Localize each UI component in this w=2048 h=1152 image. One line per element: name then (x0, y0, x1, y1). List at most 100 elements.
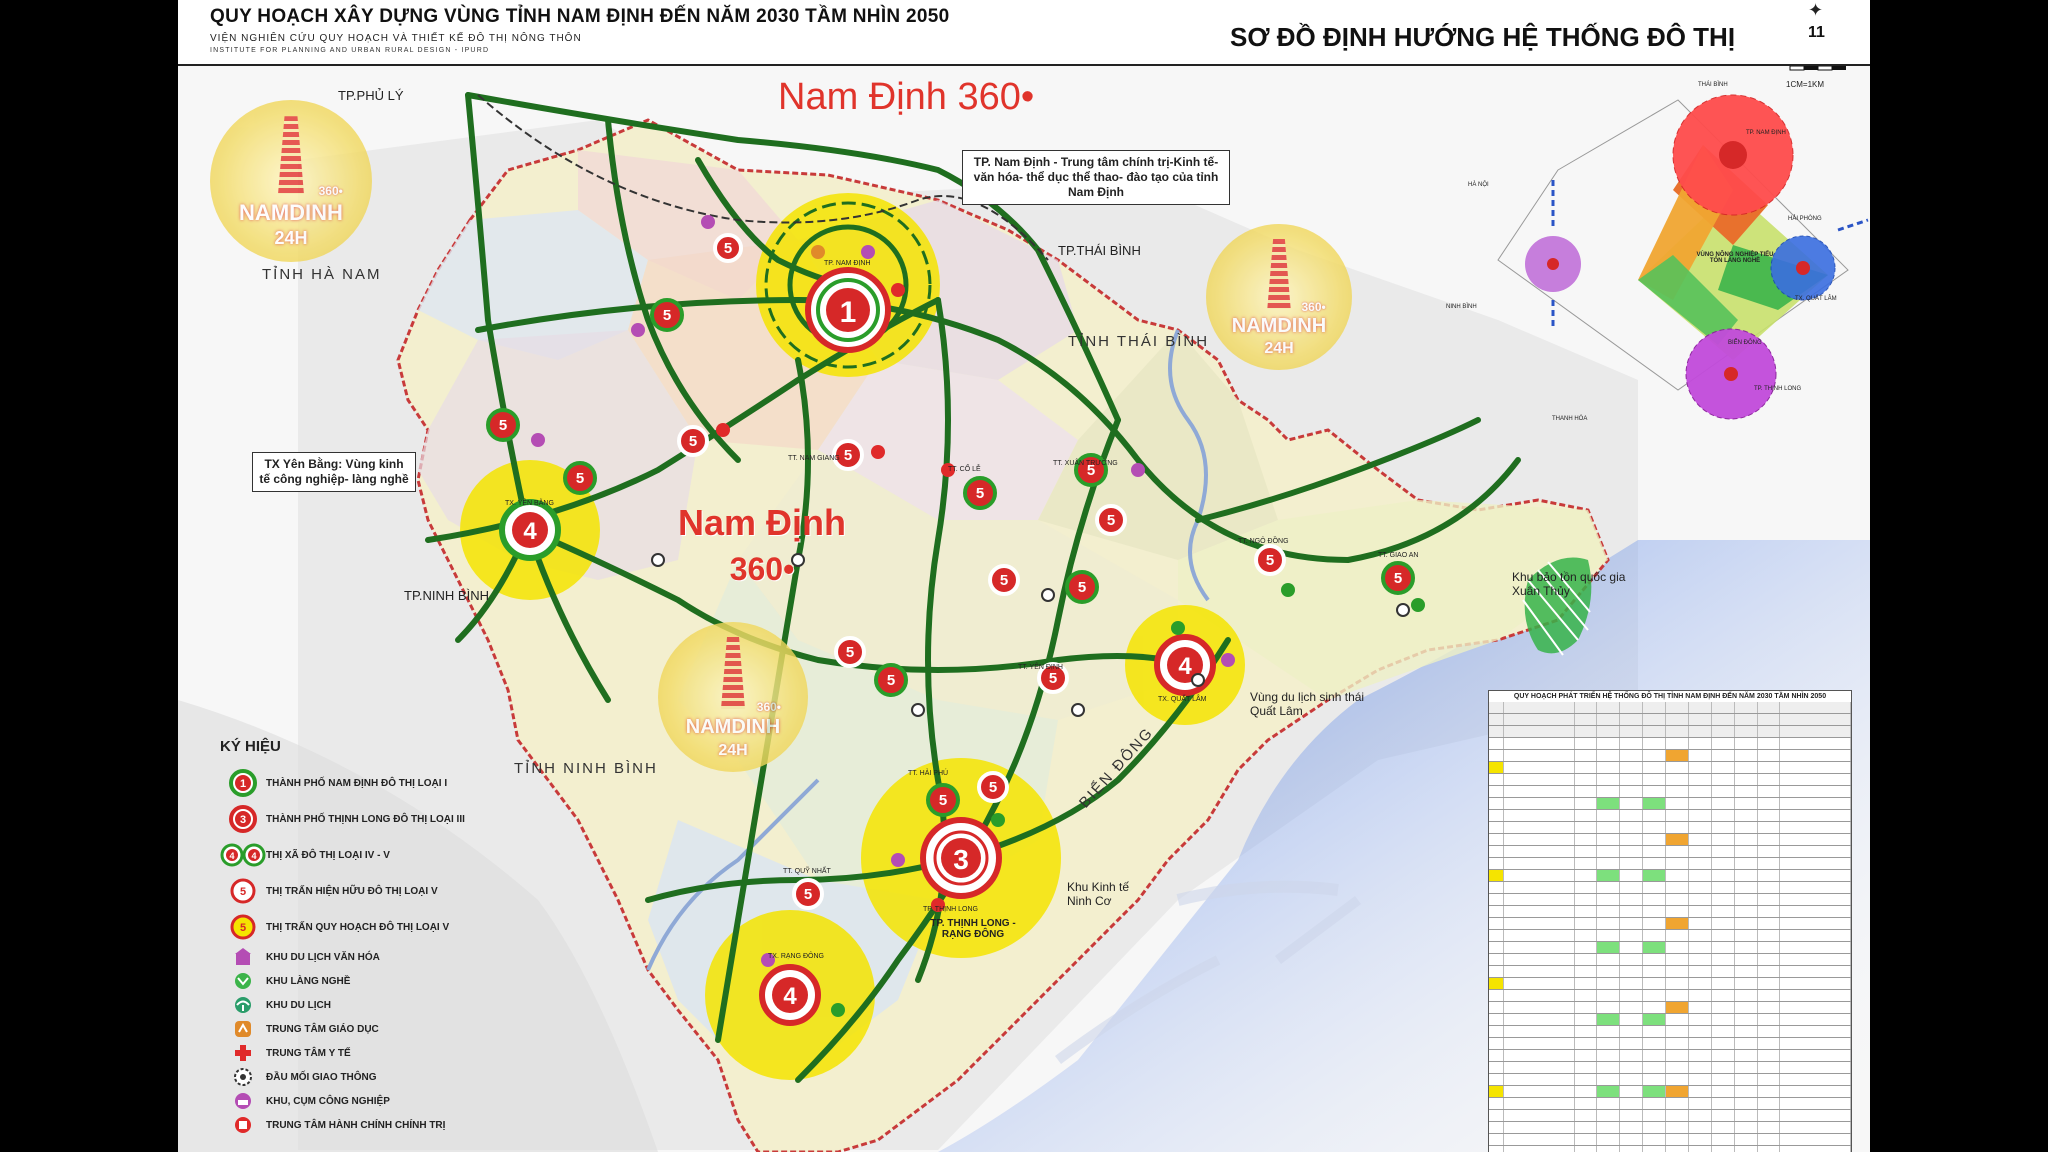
table-row (1489, 1146, 1852, 1152)
svg-text:5: 5 (939, 792, 947, 809)
table-row (1489, 858, 1852, 870)
logo-badge: 360• (756, 700, 781, 714)
table-row (1489, 1026, 1852, 1038)
planning-table: QUY HOẠCH PHÁT TRIỂN HỆ THỐNG ĐÔ THỊ TỈN… (1488, 690, 1852, 1152)
region-ha-nam: TỈNH HÀ NAM (262, 266, 382, 283)
legend-text: THỊ XÃ ĐÔ THỊ LOẠI IV - V (266, 849, 390, 861)
svg-text:5: 5 (1078, 579, 1086, 596)
table-row (1489, 702, 1852, 714)
table-row (1489, 1002, 1852, 1014)
town-label: TT. GIAO AN (1378, 552, 1419, 559)
city-marker-3: 3 (920, 817, 1002, 899)
legend-item: TRUNG TÂM GIÁO DỤC (220, 1017, 480, 1041)
town-label: TX. YÊN BẰNG (505, 500, 554, 507)
table-row (1489, 942, 1852, 954)
logo-text: NAMDINH (685, 716, 781, 738)
inset-label: THANH HÓA (1552, 416, 1588, 422)
tower-icon (1267, 238, 1291, 309)
legend-text: THỊ TRẤN HIỆN HỮU ĐÔ THỊ LOẠI V (266, 885, 438, 897)
logo-text: NAMDINH (239, 200, 343, 226)
table-row (1489, 930, 1852, 942)
town-label: TP. NAM ĐỊNH (824, 260, 871, 267)
inset-label: NINH BÌNH (1446, 304, 1477, 310)
table-row (1489, 798, 1852, 810)
admin-center-icon (235, 1117, 251, 1133)
table-row (1489, 1050, 1852, 1062)
table-row (1489, 810, 1852, 822)
svg-text:5: 5 (663, 307, 671, 324)
table-row (1489, 726, 1852, 738)
town-type-4-icon: 44 (220, 843, 266, 867)
table-row (1489, 1086, 1852, 1098)
legend-text: TRUNG TÂM HÀNH CHÍNH CHÍNH TRỊ (266, 1119, 446, 1131)
logo-sub: 24H (274, 228, 308, 249)
town-marker-4-yen-bang: 4 (499, 499, 561, 561)
svg-text:5: 5 (576, 470, 584, 487)
legend-item: KHU LÀNG NGHỀ (220, 969, 480, 993)
table-row (1489, 774, 1852, 786)
table-row (1489, 918, 1852, 930)
svg-text:5: 5 (1266, 552, 1274, 569)
town-label: TX. QUẤT LÂM (1158, 696, 1207, 703)
planning-sheet: 1 3 4 4 4 5 5 5 5 5 5 5 5 5 5 5 5 5 5 5 … (178, 0, 1870, 1152)
legend-item: 5 THỊ TRẤN QUY HOẠCH ĐÔ THỊ LOẠI V (220, 909, 480, 945)
education-icon (235, 1021, 251, 1037)
inset-label: HÀ NỘI (1468, 182, 1489, 188)
svg-text:5: 5 (844, 447, 852, 464)
town-marker-4-rang-dong: 4 (759, 964, 821, 1026)
table-body (1489, 702, 1852, 1152)
namdinh24h-logo-center: 360• NAMDINH 24H (658, 622, 808, 772)
region-thai-binh: TỈNH THÁI BÌNH (1068, 333, 1210, 350)
brand-center-line1: Nam Định (678, 502, 847, 543)
table-row (1489, 1134, 1852, 1146)
town-planned-icon: 5 (230, 914, 256, 940)
legend-item: KHU DU LỊCH (220, 993, 480, 1017)
svg-text:5: 5 (240, 886, 246, 898)
svg-text:5: 5 (887, 672, 895, 689)
map-legend: KÝ HIỆU 1 THÀNH PHỐ NAM ĐỊNH ĐÔ THỊ LOẠI… (220, 738, 480, 1137)
city-ninh-binh: TP.NINH BÌNH (404, 588, 489, 603)
inset-label: BIỂN ĐÔNG (1728, 340, 1762, 346)
table-row (1489, 966, 1852, 978)
table-row (1489, 1074, 1852, 1086)
tower-icon (278, 116, 304, 194)
table-row (1489, 1098, 1852, 1110)
label-thinh-long: TP. THỊNH LONG - RẠNG ĐÔNG (930, 918, 1016, 940)
town-label: TT. CỔ LỄ (948, 466, 981, 473)
svg-text:5: 5 (1394, 570, 1402, 587)
legend-item: 1 THÀNH PHỐ NAM ĐỊNH ĐÔ THỊ LOẠI I (220, 765, 480, 801)
inset-label: HẢI PHÒNG (1788, 216, 1822, 222)
table-row (1489, 714, 1852, 726)
table-row (1489, 738, 1852, 750)
legend-item: KHU, CỤM CÔNG NGHIỆP (220, 1089, 480, 1113)
legend-text: KHU LÀNG NGHỀ (266, 975, 351, 987)
legend-text: KHU, CỤM CÔNG NGHIỆP (266, 1095, 390, 1107)
legend-title: KÝ HIỆU (220, 738, 281, 755)
tower-icon (721, 637, 745, 709)
town-label: TX. RẠNG ĐÔNG (768, 953, 825, 960)
brand-watermark-top: Nam Định 360• (778, 76, 1035, 118)
table-row (1489, 834, 1852, 846)
town-existing-icon: 5 (230, 878, 256, 904)
town-marker-4-quat-lam: 4 (1154, 634, 1216, 696)
legend-text: THỊ TRẤN QUY HOẠCH ĐÔ THỊ LOẠI V (266, 921, 450, 933)
table-row (1489, 750, 1852, 762)
industry-icon (235, 1093, 251, 1109)
scale-label: 1CM=1KM (1786, 80, 1825, 89)
legend-text: KHU DU LỊCH (266, 999, 331, 1011)
brand-watermark-center: Nam Định 360• (678, 500, 846, 592)
logo-badge: 360• (318, 184, 343, 199)
svg-text:5: 5 (1000, 572, 1008, 589)
svg-text:3: 3 (240, 814, 246, 826)
svg-text:4: 4 (523, 518, 537, 545)
legend-item: 3 THÀNH PHỐ THỊNH LONG ĐÔ THỊ LOẠI III (220, 801, 480, 837)
svg-text:5: 5 (804, 886, 812, 903)
svg-text:4: 4 (229, 851, 234, 861)
svg-text:5: 5 (846, 644, 854, 661)
svg-text:5: 5 (724, 240, 732, 257)
svg-text:5: 5 (1049, 670, 1057, 687)
inset-label: THÁI BÌNH (1698, 82, 1728, 88)
logo-badge: 360• (1301, 299, 1326, 314)
table-row (1489, 870, 1852, 882)
map-title: SƠ ĐỒ ĐỊNH HƯỚNG HỆ THỐNG ĐÔ THỊ (1230, 22, 1736, 52)
